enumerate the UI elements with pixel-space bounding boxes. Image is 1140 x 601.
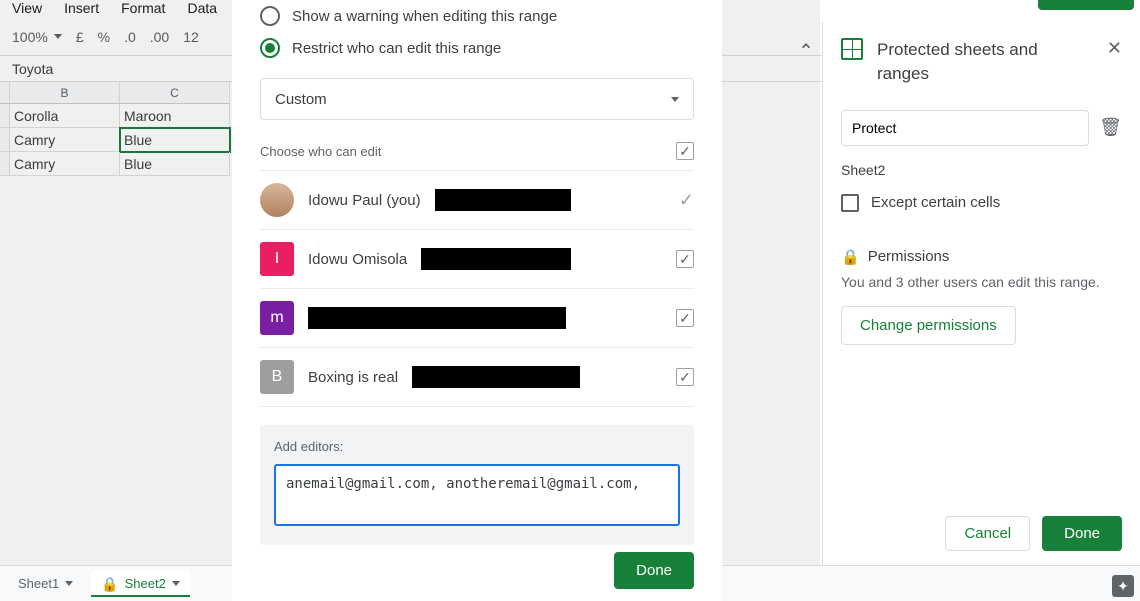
avatar-initial: m [270,309,283,327]
protected-sheet-name[interactable]: Sheet2 [841,162,1122,178]
done-button[interactable]: Done [1042,516,1122,551]
restrict-mode-value: Custom [275,91,327,108]
cell[interactable]: Camry [10,152,120,176]
chevron-down-icon [65,581,73,586]
editor-checkbox[interactable]: ✓ [679,190,694,211]
column-header-b[interactable]: B [10,82,120,104]
except-cells-label: Except certain cells [871,194,1000,211]
protected-ranges-panel: Protected sheets and ranges ✕ 🗑 Sheet2 E… [822,22,1140,565]
share-button-edge[interactable] [1038,0,1134,10]
editor-row: I Idowu Omisola [260,230,694,289]
select-all-checkbox[interactable] [676,142,694,160]
cell[interactable]: Maroon [120,104,230,128]
column-header-c[interactable]: C [120,82,230,104]
editor-row: Idowu Paul (you) ✓ [260,171,694,230]
checkbox-unchecked-icon [841,194,859,212]
change-permissions-button[interactable]: Change permissions [841,306,1016,345]
permissions-title: Permissions [868,248,950,265]
editor-checkbox[interactable] [676,368,694,386]
redacted-email [435,189,571,211]
sheet-tab-label: Sheet1 [18,576,59,591]
warning-option[interactable]: Show a warning when editing this range [260,0,694,32]
choose-label: Choose who can edit [260,144,381,159]
increase-decimal-button[interactable]: .00 [150,29,169,45]
sheet-tab-active[interactable]: 🔒 Sheet2 [91,570,190,597]
avatar: I [260,242,294,276]
redacted-email [412,366,580,388]
menu-data[interactable]: Data [187,0,217,16]
add-editors-section: Add editors: [260,425,694,545]
chevron-down-icon [671,97,679,102]
done-button[interactable]: Done [614,552,694,589]
editor-name: Boxing is real [308,369,398,386]
avatar-initial: B [272,368,283,386]
editor-name: Idowu Paul (you) [308,192,421,209]
close-icon[interactable]: ✕ [1107,38,1122,59]
zoom-selector[interactable]: 100% [12,29,62,45]
editor-checkbox[interactable] [676,250,694,268]
collapse-panel-button[interactable] [796,36,816,56]
avatar: B [260,360,294,394]
menu-view[interactable]: View [12,0,42,16]
restrict-option-label: Restrict who can edit this range [292,40,501,57]
editor-row: m [260,289,694,348]
lock-icon: 🔒 [841,248,860,266]
cell[interactable]: Camry [10,128,120,152]
explore-button[interactable]: ✦ [1112,575,1134,597]
avatar [260,183,294,217]
avatar: m [260,301,294,335]
cancel-button[interactable]: Cancel [945,516,1030,551]
editor-name: Idowu Omisola [308,251,407,268]
editor-checkbox[interactable] [676,309,694,327]
add-editors-input[interactable] [274,464,680,526]
cell[interactable]: Corolla [10,104,120,128]
decrease-decimal-button[interactable]: .0 [124,29,136,45]
currency-button[interactable]: £ [76,29,84,45]
cell[interactable]: Blue [120,152,230,176]
panel-title: Protected sheets and ranges [877,38,1093,86]
lock-icon: 🔒 [101,577,118,591]
menu-insert[interactable]: Insert [64,0,99,16]
permissions-text: You and 3 other users can edit this rang… [841,274,1122,290]
radio-checked-icon [260,38,280,58]
chevron-down-icon [54,34,62,39]
range-description-input[interactable] [841,110,1089,146]
chevron-down-icon [172,581,180,586]
add-editors-label: Add editors: [274,439,680,454]
percent-button[interactable]: % [98,29,110,45]
trash-icon[interactable]: 🗑 [1099,117,1122,138]
editor-row: B Boxing is real [260,348,694,407]
avatar-initial: I [275,250,279,268]
sheet-tab[interactable]: Sheet1 [8,570,83,597]
protected-sheet-icon [841,38,863,60]
range-edit-permissions-modal: Show a warning when editing this range R… [232,0,722,601]
editor-list: Idowu Paul (you) ✓ I Idowu Omisola m B B… [260,170,694,407]
formula-value: Toyota [12,61,53,77]
restrict-option[interactable]: Restrict who can edit this range [260,32,694,64]
zoom-value: 100% [12,29,48,45]
choose-who-can-edit-header: Choose who can edit [260,138,694,170]
restrict-mode-select[interactable]: Custom [260,78,694,120]
radio-unchecked-icon [260,6,280,26]
menu-format[interactable]: Format [121,0,165,16]
sheet-tab-label: Sheet2 [125,576,166,591]
redacted-email [421,248,571,270]
number-format-button[interactable]: 12 [183,29,199,45]
cell-selected[interactable]: Blue [120,128,230,152]
warning-option-label: Show a warning when editing this range [292,8,557,25]
except-cells-option[interactable]: Except certain cells [841,194,1122,212]
redacted-email [308,307,566,329]
